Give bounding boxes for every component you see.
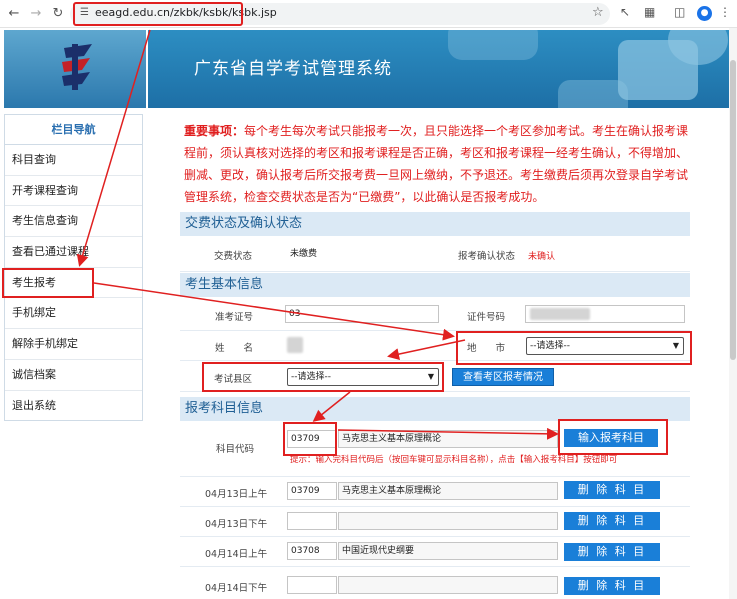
- slot-code-input[interactable]: 03708: [287, 542, 337, 560]
- slot-name-display: 马克思主义基本原理概论: [338, 482, 558, 500]
- pay-status-label: 交费状态: [214, 251, 253, 262]
- subject-name-display: 马克思主义基本原理概论: [338, 430, 558, 448]
- pay-status-value: 未缴费: [287, 246, 319, 264]
- sidebar-item-student-info[interactable]: 考生信息查询: [5, 206, 142, 238]
- slot-label: 04月14日上午: [205, 549, 268, 560]
- back-icon[interactable]: ←: [4, 4, 24, 24]
- sidebar-highlight-box: [2, 268, 94, 298]
- sidebar-item-subject-query[interactable]: 科目查询: [5, 145, 142, 176]
- browser-toolbar: ← → ↻ ☰ eeagd.edu.cn/zkbk/ksbk/ksbk.jsp …: [0, 0, 737, 28]
- notice-prefix: 重要事项：: [184, 124, 245, 138]
- sidebar-title: 栏目导航: [5, 115, 142, 145]
- delete-subject-button[interactable]: 删 除 科 目: [564, 512, 660, 530]
- subject-row: 04月14日下午 删 除 科 目: [180, 567, 690, 599]
- sidebar-item-phone-binding[interactable]: 手机绑定: [5, 298, 142, 330]
- logo-emblem-icon: [62, 44, 92, 90]
- bookmark-star-icon[interactable]: ☆: [592, 5, 604, 20]
- section-subjects-title: 报考科目信息: [180, 397, 690, 421]
- slot-code-input[interactable]: 03709: [287, 482, 337, 500]
- sidebar-item-course-query[interactable]: 开考课程查询: [5, 176, 142, 207]
- slot-label: 04月14日下午: [205, 583, 268, 594]
- sidebar-item-passed-courses[interactable]: 查看已通过课程: [5, 237, 142, 268]
- slot-label: 04月13日上午: [205, 489, 268, 500]
- confirm-status-value: 未确认: [528, 252, 556, 262]
- sidebar-item-logout[interactable]: 退出系统: [5, 391, 142, 422]
- site-title: 广东省自学考试管理系统: [194, 59, 392, 79]
- delete-subject-button[interactable]: 删 除 科 目: [564, 543, 660, 561]
- district-highlight-box: [202, 362, 444, 392]
- important-notice: 重要事项：每个考生每次考试只能报考一次，且只能选择一个考区参加考试。考生在确认报…: [184, 120, 689, 208]
- section-basic-title: 考生基本信息: [180, 273, 690, 297]
- slot-code-input[interactable]: [287, 512, 337, 530]
- sidepanel-icon[interactable]: ◫: [674, 5, 685, 19]
- scrollbar-thumb[interactable]: [730, 60, 736, 360]
- subject-row: 04月14日上午 03708 中国近现代史纲要 删 除 科 目: [180, 537, 690, 567]
- payment-row: 交费状态 未缴费 报考确认状态 未确认: [180, 236, 690, 272]
- sidebar-item-credit-record[interactable]: 诚信档案: [5, 360, 142, 391]
- site-logo: [4, 30, 146, 108]
- notice-text: 每个考生每次考试只能报考一次，且只能选择一个考区参加考试。考生在确认报考课程前，…: [184, 124, 689, 204]
- ticket-label: 准考证号: [215, 312, 254, 323]
- redacted-name: [287, 337, 303, 353]
- slot-code-input[interactable]: [287, 576, 337, 594]
- redacted-id: [530, 308, 590, 320]
- slot-name-display: 中国近现代史纲要: [338, 542, 558, 560]
- name-label: 姓 名: [215, 343, 254, 354]
- delete-subject-button[interactable]: 删 除 科 目: [564, 481, 660, 499]
- extensions-icon[interactable]: ▦: [644, 5, 655, 19]
- confirm-status-label: 报考确认状态: [458, 251, 516, 262]
- forward-icon[interactable]: →: [26, 4, 46, 24]
- view-district-button[interactable]: 查看考区报考情况: [452, 368, 554, 386]
- id-number-label: 证件号码: [467, 312, 506, 323]
- subject-row: 04月13日上午 03709 马克思主义基本原理概论 删 除 科 目: [180, 477, 690, 507]
- menu-kebab-icon[interactable]: ⋮: [719, 5, 731, 19]
- section-payment-title: 交费状态及确认状态: [180, 212, 690, 236]
- code-highlight-box: [283, 422, 337, 456]
- slot-name-display: [338, 512, 558, 530]
- button-highlight-box: [558, 419, 668, 455]
- site-banner: 广东省自学考试管理系统: [148, 30, 729, 108]
- sidebar-item-phone-unbinding[interactable]: 解除手机绑定: [5, 329, 142, 360]
- ticket-input[interactable]: 03: [285, 305, 439, 323]
- subject-row: 04月13日下午 删 除 科 目: [180, 507, 690, 537]
- delete-subject-button[interactable]: 删 除 科 目: [564, 577, 660, 595]
- url-highlight-box: [73, 2, 243, 26]
- cursor-icon[interactable]: ↖: [620, 5, 630, 19]
- city-highlight-box: [456, 331, 692, 365]
- profile-avatar[interactable]: ●: [697, 6, 712, 21]
- slot-label: 04月13日下午: [205, 519, 268, 530]
- basic-row-1: 准考证号 03 证件号码: [180, 297, 690, 331]
- slot-name-display: [338, 576, 558, 594]
- subject-code-label: 科目代码: [216, 444, 255, 455]
- reload-icon[interactable]: ↻: [48, 4, 68, 24]
